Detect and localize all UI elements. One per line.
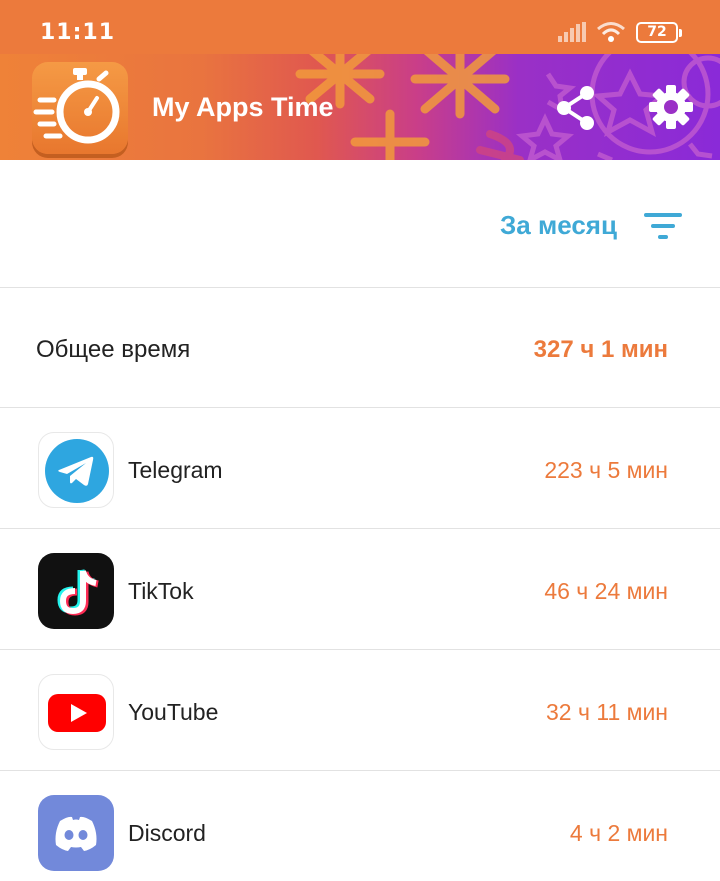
total-time-row: Общее время 327 ч 1 мин bbox=[0, 288, 720, 408]
app-name: TikTok bbox=[128, 578, 194, 604]
share-icon bbox=[557, 86, 594, 130]
list-item-youtube[interactable]: YouTube 32 ч 11 мин bbox=[0, 650, 720, 771]
app-title: My Apps Time bbox=[152, 92, 334, 122]
gear-icon bbox=[649, 85, 693, 129]
youtube-icon bbox=[38, 674, 114, 750]
status-time: 11:11 bbox=[40, 20, 116, 45]
list-item-tiktok[interactable]: TikTok 46 ч 24 мин bbox=[0, 529, 720, 650]
app-usage-time: 223 ч 5 мин bbox=[544, 457, 668, 483]
stopwatch-icon bbox=[33, 68, 120, 144]
app-usage-time: 4 ч 2 мин bbox=[569, 820, 668, 846]
battery-indicator: 72 bbox=[636, 22, 682, 43]
app-name: YouTube bbox=[128, 699, 219, 725]
app-name: Telegram bbox=[128, 457, 223, 483]
list-item-discord[interactable]: Discord 4 ч 2 мин bbox=[0, 771, 720, 881]
period-filter-row: За месяц bbox=[0, 160, 720, 288]
app-usage-time: 46 ч 24 мин bbox=[544, 578, 668, 604]
discord-icon bbox=[38, 795, 114, 871]
period-filter-button[interactable]: За месяц bbox=[500, 210, 617, 241]
share-button[interactable] bbox=[554, 84, 598, 132]
settings-button[interactable] bbox=[648, 84, 694, 130]
filter-icon[interactable] bbox=[644, 212, 682, 240]
telegram-icon bbox=[38, 432, 114, 508]
total-time-value: 327 ч 1 мин bbox=[533, 336, 668, 363]
list-item-telegram[interactable]: Telegram 223 ч 5 мин bbox=[0, 408, 720, 529]
status-bar: 11:11 72 bbox=[0, 0, 720, 54]
total-time-label: Общее время bbox=[36, 336, 191, 363]
tiktok-icon bbox=[38, 553, 114, 629]
signal-icon bbox=[558, 22, 586, 42]
app-logo bbox=[32, 62, 128, 154]
app-header: My Apps Time bbox=[0, 54, 720, 160]
app-name: Discord bbox=[128, 820, 206, 846]
wifi-icon bbox=[597, 22, 625, 42]
app-usage-time: 32 ч 11 мин bbox=[546, 699, 668, 725]
